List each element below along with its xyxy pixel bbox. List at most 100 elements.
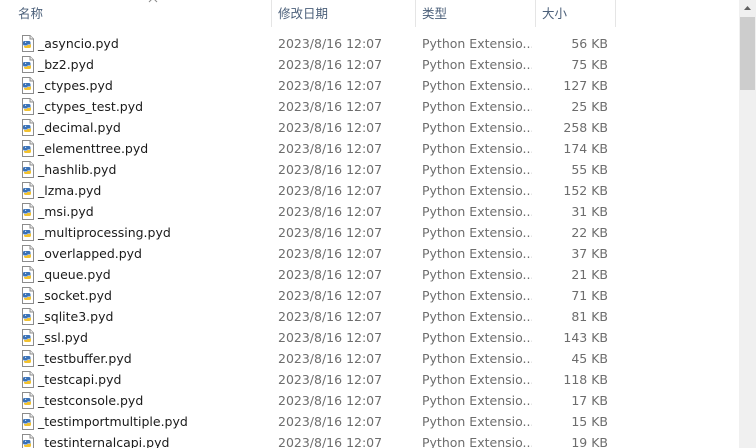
file-name-cell[interactable]: _elementtree.pyd: [20, 138, 270, 159]
file-name-cell[interactable]: _testcapi.pyd: [20, 369, 270, 390]
file-modified-date: 2023/8/16 12:07: [278, 36, 383, 51]
file-size: 118 KB: [563, 372, 608, 387]
file-row[interactable]: _socket.pyd 2023/8/16 12:07 Python Extensi…: [0, 285, 740, 306]
file-name-cell[interactable]: _testbuffer.pyd: [20, 348, 270, 369]
file-name[interactable]: _multiprocessing.pyd: [38, 222, 171, 243]
file-row[interactable]: _hashlib.pyd 2023/8/16 12:07 Python Extens…: [0, 159, 740, 180]
scroll-up-arrow-icon[interactable]: [739, 0, 756, 17]
column-header-size[interactable]: 大小: [536, 0, 616, 27]
file-name[interactable]: _testbuffer.pyd: [38, 348, 132, 369]
python-file-icon: [22, 392, 34, 409]
file-row[interactable]: _asyncio.pyd 2023/8/16 12:07 Python Extens…: [0, 33, 740, 54]
column-header-type[interactable]: 类型: [416, 0, 536, 27]
file-name[interactable]: _overlapped.pyd: [38, 243, 142, 264]
file-name[interactable]: _ctypes.pyd: [38, 75, 113, 96]
file-row[interactable]: _queue.pyd 2023/8/16 12:07 Python Extensio…: [0, 264, 740, 285]
file-name-cell[interactable]: _testinternalcapi.pyd: [20, 432, 270, 448]
file-row[interactable]: _testinternalcapi.pyd 2023/8/16 12:07 Pyth…: [0, 432, 740, 448]
file-name[interactable]: _asyncio.pyd: [38, 33, 119, 54]
file-name[interactable]: _socket.pyd: [38, 285, 112, 306]
column-divider[interactable]: [615, 0, 616, 27]
file-modified-date: 2023/8/16 12:07: [278, 393, 383, 408]
file-name[interactable]: _testcapi.pyd: [38, 369, 121, 390]
file-row[interactable]: _lzma.pyd 2023/8/16 12:07 Python Extensio.…: [0, 180, 740, 201]
file-name-cell[interactable]: _multiprocessing.pyd: [20, 222, 270, 243]
file-row[interactable]: _testcapi.pyd 2023/8/16 12:07 Python Exten…: [0, 369, 740, 390]
python-file-icon: [22, 182, 34, 199]
file-row[interactable]: _elementtree.pyd 2023/8/16 12:07 Python Ex…: [0, 138, 740, 159]
file-name-cell[interactable]: _lzma.pyd: [20, 180, 270, 201]
file-type: Python Extensio...: [422, 99, 532, 114]
file-name-cell[interactable]: _testimportmultiple.pyd: [20, 411, 270, 432]
column-header-date-label: 修改日期: [278, 6, 329, 21]
file-name[interactable]: _testimportmultiple.pyd: [38, 411, 188, 432]
file-type: Python Extensio...: [422, 372, 532, 387]
file-name[interactable]: _testconsole.pyd: [38, 390, 143, 411]
file-size: 15 KB: [571, 414, 608, 429]
file-size: 31 KB: [571, 204, 608, 219]
scrollbar-thumb[interactable]: [740, 17, 755, 90]
file-name-cell[interactable]: _asyncio.pyd: [20, 33, 270, 54]
file-name-cell[interactable]: _ctypes_test.pyd: [20, 96, 270, 117]
file-row[interactable]: _ssl.pyd 2023/8/16 12:07 Python Extensio..…: [0, 327, 740, 348]
file-row[interactable]: _testimportmultiple.pyd 2023/8/16 12:07 Py…: [0, 411, 740, 432]
file-row[interactable]: _overlapped.pyd 2023/8/16 12:07 Python Ext…: [0, 243, 740, 264]
file-row[interactable]: _msi.pyd 2023/8/16 12:07 Python Extensio..…: [0, 201, 740, 222]
python-file-icon: [22, 350, 34, 367]
file-size: 22 KB: [571, 225, 608, 240]
column-header-type-label: 类型: [422, 6, 448, 21]
file-name[interactable]: _elementtree.pyd: [38, 138, 148, 159]
file-name-cell[interactable]: _socket.pyd: [20, 285, 270, 306]
file-type: Python Extensio...: [422, 246, 532, 261]
file-modified-date: 2023/8/16 12:07: [278, 414, 383, 429]
column-header-size-label: 大小: [542, 6, 568, 21]
column-header-date[interactable]: 修改日期: [272, 0, 416, 27]
file-name[interactable]: _decimal.pyd: [38, 117, 121, 138]
file-row[interactable]: _sqlite3.pyd 2023/8/16 12:07 Python Extens…: [0, 306, 740, 327]
file-name-cell[interactable]: _queue.pyd: [20, 264, 270, 285]
file-modified-date: 2023/8/16 12:07: [278, 57, 383, 72]
file-name[interactable]: _msi.pyd: [38, 201, 94, 222]
file-name-cell[interactable]: _msi.pyd: [20, 201, 270, 222]
file-name-cell[interactable]: _testconsole.pyd: [20, 390, 270, 411]
file-row[interactable]: _bz2.pyd 2023/8/16 12:07 Python Extensio..…: [0, 54, 740, 75]
file-name-cell[interactable]: _sqlite3.pyd: [20, 306, 270, 327]
python-file-icon: [22, 308, 34, 325]
file-name-cell[interactable]: _bz2.pyd: [20, 54, 270, 75]
file-name[interactable]: _testinternalcapi.pyd: [38, 432, 169, 448]
file-name[interactable]: _sqlite3.pyd: [38, 306, 113, 327]
file-row[interactable]: _testconsole.pyd 2023/8/16 12:07 Python Ex…: [0, 390, 740, 411]
python-file-icon: [22, 371, 34, 388]
file-type: Python Extensio...: [422, 141, 532, 156]
vertical-scrollbar[interactable]: [739, 0, 756, 448]
file-type: Python Extensio...: [422, 414, 532, 429]
file-name-cell[interactable]: _ssl.pyd: [20, 327, 270, 348]
file-name[interactable]: _lzma.pyd: [38, 180, 101, 201]
file-name[interactable]: _hashlib.pyd: [38, 159, 116, 180]
file-name-cell[interactable]: _ctypes.pyd: [20, 75, 270, 96]
file-name[interactable]: _queue.pyd: [38, 264, 111, 285]
file-row[interactable]: _testbuffer.pyd 2023/8/16 12:07 Python Ext…: [0, 348, 740, 369]
file-row[interactable]: _ctypes.pyd 2023/8/16 12:07 Python Extensi…: [0, 75, 740, 96]
file-size: 143 KB: [563, 330, 608, 345]
column-header-name[interactable]: 名称: [12, 0, 272, 27]
file-name[interactable]: _ssl.pyd: [38, 327, 88, 348]
file-name[interactable]: _bz2.pyd: [38, 54, 94, 75]
file-type: Python Extensio...: [422, 309, 532, 324]
file-name[interactable]: _ctypes_test.pyd: [38, 96, 143, 117]
file-row[interactable]: _multiprocessing.pyd 2023/8/16 12:07 Pytho…: [0, 222, 740, 243]
file-row[interactable]: _ctypes_test.pyd 2023/8/16 12:07 Python Ex…: [0, 96, 740, 117]
file-name-cell[interactable]: _overlapped.pyd: [20, 243, 270, 264]
file-name-cell[interactable]: _hashlib.pyd: [20, 159, 270, 180]
file-size: 45 KB: [571, 351, 608, 366]
file-type: Python Extensio...: [422, 36, 532, 51]
python-file-icon: [22, 140, 34, 157]
file-size: 55 KB: [571, 162, 608, 177]
file-modified-date: 2023/8/16 12:07: [278, 204, 383, 219]
file-size: 174 KB: [563, 141, 608, 156]
file-modified-date: 2023/8/16 12:07: [278, 183, 383, 198]
file-name-cell[interactable]: _decimal.pyd: [20, 117, 270, 138]
file-modified-date: 2023/8/16 12:07: [278, 225, 383, 240]
python-file-icon: [22, 413, 34, 430]
file-row[interactable]: _decimal.pyd 2023/8/16 12:07 Python Extens…: [0, 117, 740, 138]
